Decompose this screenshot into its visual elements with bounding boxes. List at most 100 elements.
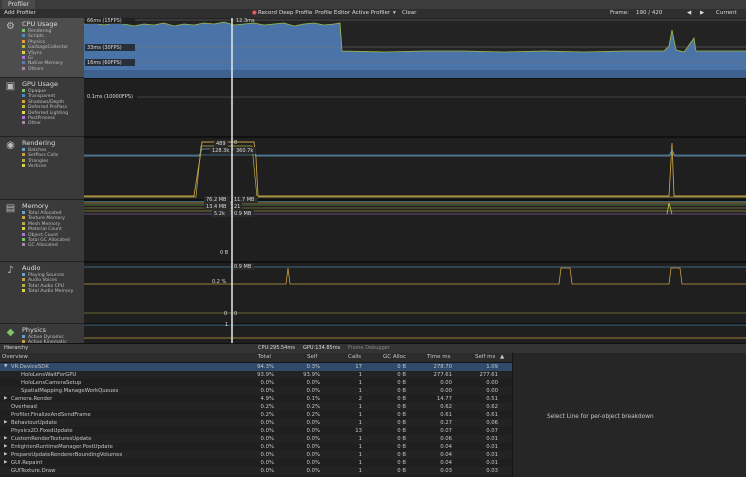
expand-arrow-icon[interactable]: ▼ (4, 363, 7, 371)
table-row[interactable]: ▶ Camera.Render 4.9% 0.1% 2 0 B 14.77 0.51 (0, 395, 512, 403)
expand-arrow-icon[interactable]: ▶ (4, 395, 7, 403)
expand-arrow-icon[interactable]: ▶ (4, 435, 7, 443)
profiler-graphs[interactable]: 66ms (15FPS) 33ms (30FPS) 16ms (60FPS) 1… (84, 18, 746, 343)
clear-button[interactable]: Clear (402, 9, 416, 18)
header-time-ms[interactable]: Time ms (427, 353, 450, 362)
row-calls: 1 (358, 420, 362, 426)
row-gc-alloc: 0 B (397, 404, 406, 410)
deep-profile-button[interactable]: Deep Profile (279, 9, 312, 18)
record-button[interactable]: Record (258, 9, 277, 18)
profiler-tab[interactable]: Profiler (2, 0, 36, 9)
category-audio[interactable]: ♪ Audio Playing Sources Audio Voices Tot… (0, 262, 84, 324)
audio-icon: ♪ (7, 265, 14, 276)
row-time-ms: 0.27 (440, 420, 452, 426)
expand-arrow-icon[interactable]: ▶ (4, 459, 7, 467)
row-time-ms: 0.07 (440, 428, 452, 434)
legend-item[interactable]: Vertices (22, 164, 58, 169)
legend-swatch (22, 29, 25, 32)
legend-item[interactable]: GC Allocated (22, 243, 70, 248)
row-gc-alloc: 0 B (397, 364, 406, 370)
legend-item[interactable]: Others (22, 66, 68, 72)
row-self: 0.0% (306, 436, 320, 442)
add-profiler-button[interactable]: Add Profiler (4, 9, 36, 18)
row-self-ms: 0.01 (486, 460, 498, 466)
table-row[interactable]: ▶ EnlightenRuntimeManager.PostUpdate 0.0% 0… (0, 443, 512, 451)
row-time-ms: 0.61 (440, 412, 452, 418)
next-frame-icon[interactable]: ▶ (700, 9, 704, 18)
category-memory[interactable]: ▤ Memory Total Allocated Texture Memory … (0, 200, 84, 262)
table-row[interactable]: ▶ CustomRenderTexturesUpdate 0.0% 0.0% 1 0 B 0… (0, 435, 512, 443)
memory-zero-value: 0 B (220, 250, 229, 256)
header-calls[interactable]: Calls (348, 353, 361, 362)
table-row[interactable]: ▶ PrepareUpdateRendererBoundingVolumes 0.0… (0, 451, 512, 459)
legend-swatch (22, 89, 25, 92)
row-gc-alloc: 0 B (397, 436, 406, 442)
row-self-ms: 0.01 (486, 444, 498, 450)
row-name: Physics2D.FixedUpdate (11, 428, 73, 434)
row-total: 0.0% (260, 460, 274, 466)
legend-swatch (22, 289, 25, 293)
row-name: SpatialMapping.ManageWorkQueues (21, 388, 119, 394)
row-gc-alloc: 0 B (397, 380, 406, 386)
header-self[interactable]: Self (307, 353, 317, 362)
memory-mesh-value: 13.4 MB (206, 204, 227, 210)
legend-swatch (22, 273, 25, 276)
row-self: 0.0% (306, 380, 320, 386)
category-cpu-usage[interactable]: ⚙ CPU Usage Rendering Scripts Physics Ga… (0, 18, 84, 78)
legend-swatch (22, 232, 25, 236)
current-frame-button[interactable]: Current (716, 9, 737, 18)
table-row[interactable]: SpatialMapping.ManageWorkQueues 0.0% 0.0% 1… (0, 387, 512, 395)
table-row[interactable]: Overhead 0.2% 0.2% 1 0 B 0.62 0.62 (0, 403, 512, 411)
legend-item[interactable]: Total Audio Memory (22, 289, 73, 294)
cpu-total-tab[interactable]: CPU:295.54ms (258, 344, 295, 353)
row-self-ms: 0.01 (486, 452, 498, 458)
active-profiler-dropdown[interactable]: Active Profiler (352, 9, 390, 18)
table-row[interactable]: GUITexture.Draw 0.0% 0.0% 1 0 B 0.03 0.03 (0, 467, 512, 475)
legend-swatch (22, 243, 25, 247)
table-row[interactable]: HoloLensWaitForGPU 93.9% 93.9% 1 0 B 277.61 27… (0, 371, 512, 379)
header-self-ms[interactable]: Self ms (475, 353, 495, 362)
row-self: 0.0% (306, 420, 320, 426)
gpu-total-tab[interactable]: GPU:134.85ms (303, 344, 340, 353)
row-total: 0.0% (260, 468, 274, 474)
hierarchy-dropdown[interactable]: Hierarchy (4, 344, 28, 353)
profile-editor-button[interactable]: Profile Editor (315, 9, 350, 18)
prev-frame-icon[interactable]: ◀ (687, 9, 691, 18)
row-gc-alloc: 0 B (397, 420, 406, 426)
header-total[interactable]: Total (258, 353, 271, 362)
header-overview[interactable]: Overview (2, 353, 28, 362)
legend-swatch (22, 153, 25, 157)
gpu-legend: Opaque Transparent Shadows/Depth Deferre… (22, 89, 68, 127)
row-calls: 1 (358, 404, 362, 410)
category-rendering[interactable]: ◉ Rendering Batches SetPass Calls Triang… (0, 137, 84, 200)
details-message: Select Line for per-object breakdown (547, 414, 654, 420)
memory-icon: ▤ (5, 203, 16, 214)
expand-arrow-icon[interactable]: ▶ (4, 443, 7, 451)
legend-swatch (22, 158, 25, 162)
category-gpu-usage[interactable]: ▣ GPU Usage Opaque Transparent Shadows/D… (0, 78, 84, 137)
legend-item[interactable]: Other (22, 121, 68, 126)
row-total: 0.0% (260, 444, 274, 450)
header-gc-alloc[interactable]: GC Alloc (383, 353, 406, 362)
table-row[interactable]: ▶ BehaviourUpdate 0.0% 0.0% 1 0 B 0.27 0.06 (0, 419, 512, 427)
table-row[interactable]: ▶ GUI.Repaint 0.0% 0.0% 1 0 B 0.04 0.01 (0, 459, 512, 467)
category-name: Memory (22, 202, 49, 210)
table-row[interactable]: Physics2D.FixedUpdate 0.0% 0.0% 13 0 B 0.07 0.… (0, 427, 512, 435)
frame-debugger-button[interactable]: Frame Debugger (348, 344, 390, 353)
memory-graph (84, 201, 746, 215)
category-physics[interactable]: ◆ Physics Active Dynamic Active Kinemati… (0, 324, 84, 345)
row-self-ms: 0.00 (486, 388, 498, 394)
row-calls: 1 (358, 460, 362, 466)
table-row[interactable]: ▼ VR.DeviceSDK 94.3% 0.3% 17 0 B 278.70 1.09 (0, 363, 512, 371)
row-self: 0.0% (306, 468, 320, 474)
row-self: 0.2% (306, 404, 320, 410)
expand-arrow-icon[interactable]: ▶ (4, 451, 7, 459)
table-header: Overview Total Self Calls GC Alloc Time … (0, 353, 512, 363)
row-calls: 1 (358, 388, 362, 394)
profiler-categories: ⚙ CPU Usage Rendering Scripts Physics Ga… (0, 18, 84, 345)
table-row[interactable]: Profiler.FinalizeAndSendFrame 0.2% 0.2% 1 0 … (0, 411, 512, 419)
expand-arrow-icon[interactable]: ▶ (4, 419, 7, 427)
object-details-pane: Select Line for per-object breakdown (512, 353, 746, 477)
row-name: CustomRenderTexturesUpdate (11, 436, 92, 442)
table-row[interactable]: HoloLensCameraSetup 0.0% 0.0% 1 0 B 0.00 0.00 (0, 379, 512, 387)
